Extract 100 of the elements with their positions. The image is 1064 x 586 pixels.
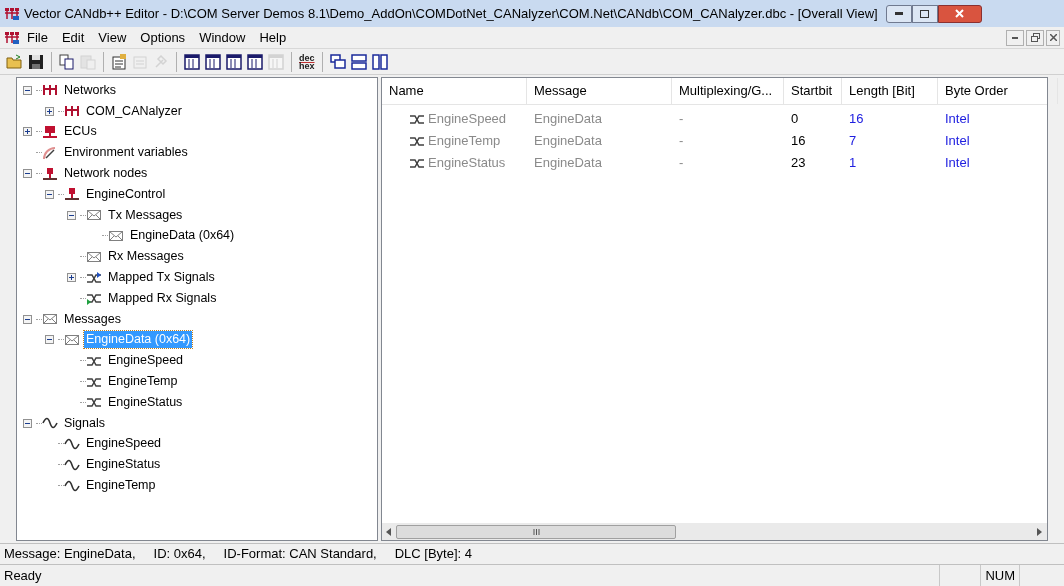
tree-item[interactable]: EngineSpeed [106, 352, 186, 370]
signal-icon [409, 156, 425, 170]
network-icon [42, 83, 58, 98]
properties-icon[interactable] [110, 52, 128, 71]
tree-item[interactable]: Network nodes [62, 165, 150, 183]
tree-item[interactable]: Environment variables [62, 144, 190, 162]
envelope-icon [42, 312, 58, 327]
menu-item[interactable]: Window [192, 27, 253, 48]
minimize-button[interactable] [885, 4, 912, 23]
maximize-icon [920, 9, 930, 18]
menu-item[interactable]: Edit [54, 27, 92, 48]
info-text: ID-Format: CAN Standard, [223, 545, 377, 564]
gauge-icon [42, 145, 58, 160]
tree-item[interactable]: Mapped Rx Signals [106, 289, 219, 307]
envelope-icon [86, 208, 102, 223]
mapped-signal-icon [86, 291, 102, 306]
view-icon[interactable] [183, 52, 201, 71]
table-cell-text: 16 [791, 132, 806, 151]
scroll-left-icon[interactable] [386, 527, 392, 536]
tree-item[interactable]: ECUs [62, 123, 99, 141]
close-icon [1049, 34, 1057, 41]
network-icon [64, 104, 80, 119]
collapse-icon[interactable] [23, 85, 32, 95]
collapse-icon[interactable] [23, 314, 32, 324]
tile-horizontal-icon[interactable] [349, 52, 368, 71]
save-icon[interactable] [27, 52, 45, 71]
menu-item[interactable]: File [20, 27, 55, 48]
horizontal-scrollbar[interactable] [382, 523, 1047, 540]
column-header[interactable]: Message [527, 78, 672, 104]
tree-item[interactable]: Mapped Tx Signals [106, 269, 217, 287]
window-title: Vector CANdb++ Editor - D:\COM Server Demos 8.1\Demo_AddOn\COMDotNet_CANalyzer\COM.Net\CANdb\COM_CANalyzer.dbc - [Overall View] [24, 4, 878, 23]
wave-icon [42, 416, 58, 431]
maximize-button[interactable] [911, 4, 938, 23]
tree-item[interactable]: Networks [62, 81, 119, 99]
signal-icon [409, 112, 425, 126]
table-cell-text: EngineData [534, 110, 602, 129]
copy-icon[interactable] [58, 52, 76, 71]
envelope-icon [108, 228, 124, 243]
collapse-icon[interactable] [67, 210, 76, 220]
tree-item[interactable]: Messages [62, 310, 123, 328]
tree-item[interactable]: EngineTemp [106, 373, 180, 391]
collapse-icon[interactable] [45, 189, 54, 199]
status-text: Ready [4, 566, 42, 585]
tree-item[interactable]: EngineStatus [106, 393, 185, 411]
tree-item[interactable]: EngineStatus [84, 456, 163, 474]
collapse-icon[interactable] [45, 335, 54, 345]
collapse-icon[interactable] [23, 418, 32, 428]
document-icon [4, 30, 20, 45]
dec-hex-button[interactable]: dec hex [298, 53, 316, 70]
expand-icon[interactable] [45, 106, 54, 116]
minimize-icon [894, 12, 903, 15]
table-cell-text: 23 [791, 154, 806, 173]
expand-icon[interactable] [67, 273, 76, 283]
info-text: Message: EngineData, [4, 545, 136, 564]
menu-item[interactable]: View [91, 27, 134, 48]
close-button[interactable] [937, 4, 982, 23]
cascade-windows-icon[interactable] [328, 52, 347, 71]
minimize-button[interactable] [1006, 29, 1024, 46]
column-header[interactable]: Startbit [784, 78, 842, 104]
table-cell-text: Intel [945, 154, 970, 173]
envelope-icon [86, 249, 102, 264]
tree-item[interactable]: EngineData (0x64) [128, 227, 237, 245]
tree-item[interactable]: Signals [62, 414, 107, 432]
table-cell-text: EngineSpeed [428, 110, 507, 129]
tree-item[interactable]: EngineControl [84, 185, 168, 203]
view-icon[interactable] [246, 52, 264, 71]
collapse-icon[interactable] [23, 169, 32, 179]
menu-item[interactable]: Options [133, 27, 193, 48]
column-header[interactable]: Byte Order [938, 78, 1058, 104]
tree-item[interactable]: EngineTemp [84, 477, 158, 495]
view-icon[interactable] [225, 52, 243, 71]
grip-icon [532, 528, 540, 535]
scroll-right-icon[interactable] [1037, 527, 1043, 536]
column-header[interactable]: Name [382, 78, 527, 104]
tree-item[interactable]: COM_CANalyzer [84, 102, 184, 120]
wave-icon [64, 436, 80, 451]
signal-icon [409, 134, 425, 148]
table-cell-text: 1 [849, 154, 857, 173]
close-icon [955, 9, 965, 18]
tile-vertical-icon[interactable] [370, 52, 389, 71]
tree-item[interactable]: Rx Messages [106, 248, 186, 266]
close-button[interactable] [1046, 29, 1060, 46]
table-cell-text: EngineData [534, 132, 602, 151]
menu-item[interactable]: Help [252, 27, 294, 48]
expand-icon[interactable] [23, 127, 32, 137]
wave-icon [64, 478, 80, 493]
node-icon [42, 166, 58, 181]
table-cell-text: Intel [945, 132, 970, 151]
view-icon[interactable] [204, 52, 222, 71]
table-cell-text: 7 [849, 132, 857, 151]
status-indicator: NUM [980, 565, 1020, 586]
tree-item[interactable]: EngineSpeed [84, 435, 164, 453]
column-header[interactable]: Multiplexing/G... [672, 78, 784, 104]
column-header[interactable]: Length [Bit] [842, 78, 938, 104]
restore-button[interactable] [1026, 29, 1044, 46]
info-text: DLC [Byte]: 4 [394, 545, 473, 564]
mapped-signal-icon [86, 270, 102, 285]
monitor-icon [42, 125, 58, 139]
tree-item[interactable]: Tx Messages [106, 206, 185, 224]
scrollbar-thumb[interactable] [396, 524, 676, 539]
